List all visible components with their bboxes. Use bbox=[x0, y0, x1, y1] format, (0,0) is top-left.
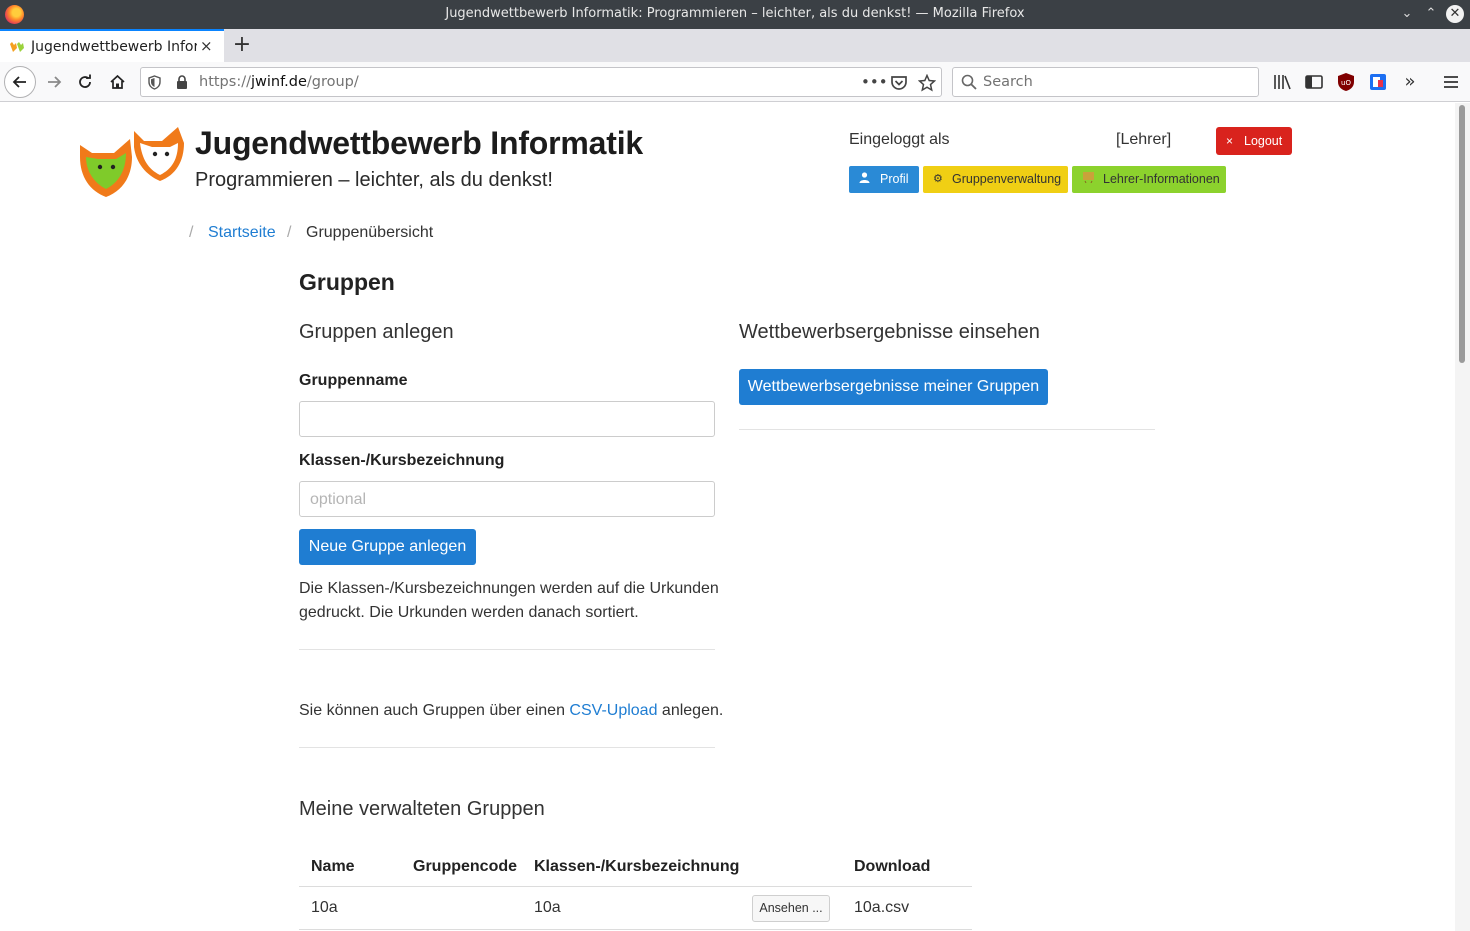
create-groups-heading: Gruppen anlegen bbox=[299, 321, 454, 343]
window-title: Jugendwettbewerb Informatik: Programmier… bbox=[445, 6, 1025, 21]
group-name-input[interactable] bbox=[299, 401, 715, 437]
new-tab-button[interactable]: + bbox=[231, 32, 253, 58]
column-header-name: Name bbox=[311, 858, 355, 875]
csv-note-before: Sie können auch Gruppen über einen bbox=[299, 702, 570, 719]
csv-note-after: anlegen. bbox=[657, 702, 724, 719]
group-name-label: Gruppenname bbox=[299, 372, 408, 389]
tab-strip: Jugendwettbewerb Inform × + bbox=[0, 29, 1470, 62]
gear-icon: ⚙ bbox=[933, 173, 943, 185]
class-note-line-2: gedruckt. Die Urkunden werden danach sor… bbox=[299, 604, 639, 621]
site-subtitle: Programmieren – leichter, als du denkst! bbox=[195, 169, 553, 191]
forward-arrow-icon bbox=[48, 76, 62, 88]
ublock-origin-icon[interactable]: uO bbox=[1335, 71, 1357, 93]
group-name-link[interactable]: 10a bbox=[311, 899, 338, 917]
profil-label: Profil bbox=[880, 172, 909, 186]
forward-button[interactable] bbox=[39, 67, 69, 97]
bookmark-star-icon[interactable] bbox=[918, 74, 936, 92]
url-prefix: https:// bbox=[199, 74, 251, 90]
divider bbox=[299, 747, 715, 748]
jwinf-fox-logo-icon[interactable] bbox=[78, 125, 188, 199]
teacher-board-icon bbox=[1082, 166, 1095, 193]
back-button[interactable] bbox=[4, 66, 36, 98]
maximize-window-icon[interactable]: ⌃ bbox=[1421, 4, 1441, 24]
tab-label: Jugendwettbewerb Inform bbox=[31, 39, 197, 55]
window-titlebar: Jugendwettbewerb Informatik: Programmier… bbox=[0, 0, 1470, 29]
divider bbox=[299, 649, 715, 650]
page-title: Gruppen bbox=[299, 269, 395, 295]
gruppenverwaltung-button[interactable]: ⚙ Gruppenverwaltung bbox=[923, 166, 1068, 193]
back-arrow-icon bbox=[12, 76, 26, 88]
managed-groups-heading: Meine verwalteten Gruppen bbox=[299, 798, 545, 820]
user-role: [Lehrer] bbox=[1116, 131, 1172, 148]
breadcrumb-current: Gruppenübersicht bbox=[306, 224, 434, 241]
home-icon bbox=[109, 74, 125, 89]
page-actions-icon[interactable]: ••• bbox=[861, 71, 888, 93]
class-input[interactable]: optional bbox=[299, 481, 715, 517]
class-note-line-1: Die Klassen-/Kursbezeichnungen werden au… bbox=[299, 580, 719, 597]
close-window-icon[interactable]: ✕ bbox=[1446, 5, 1464, 23]
scrollbar-thumb[interactable] bbox=[1459, 105, 1465, 363]
results-heading: Wettbewerbsergebnisse einsehen bbox=[739, 321, 1040, 343]
group-class-cell: 10a bbox=[534, 899, 561, 916]
table-row-divider bbox=[299, 929, 972, 930]
sidebar-toggle-icon[interactable] bbox=[1303, 71, 1325, 93]
download-csv-link[interactable]: 10a.csv bbox=[854, 899, 909, 917]
svg-text:uO: uO bbox=[1341, 79, 1351, 87]
url-text[interactable]: https://jwinf.de/group/ bbox=[199, 74, 359, 90]
user-icon bbox=[859, 166, 870, 193]
tracking-protection-shield-icon[interactable] bbox=[148, 75, 161, 90]
site-title[interactable]: Jugendwettbewerb Informatik bbox=[195, 125, 643, 162]
reload-icon bbox=[79, 74, 91, 88]
search-placeholder: Search bbox=[983, 74, 1033, 90]
divider bbox=[739, 429, 1155, 430]
reload-button[interactable] bbox=[70, 67, 100, 97]
logout-button[interactable]: × Logout bbox=[1216, 127, 1292, 155]
close-x-icon: × bbox=[1226, 134, 1234, 148]
hamburger-menu-icon[interactable] bbox=[1440, 71, 1462, 93]
jwinf-favicon-icon bbox=[10, 42, 24, 52]
table-header-divider bbox=[299, 886, 972, 887]
multi-account-containers-icon[interactable] bbox=[1367, 71, 1389, 93]
gruppenverwaltung-label: Gruppenverwaltung bbox=[952, 172, 1062, 186]
profil-button[interactable]: Profil bbox=[849, 166, 919, 193]
csv-upload-link[interactable]: CSV-Upload bbox=[569, 702, 657, 719]
view-group-button[interactable]: Ansehen ... bbox=[752, 895, 830, 922]
logged-in-label: Eingeloggt als bbox=[849, 131, 950, 148]
overflow-menu-icon[interactable]: » bbox=[1399, 71, 1421, 93]
breadcrumb-home-link[interactable]: Startseite bbox=[208, 224, 276, 242]
lock-icon[interactable] bbox=[176, 75, 188, 90]
navigation-toolbar: https://jwinf.de/group/ ••• Search uO » bbox=[0, 62, 1470, 102]
create-group-button[interactable]: Neue Gruppe anlegen bbox=[299, 529, 476, 565]
page-content: Jugendwettbewerb Informatik Programmiere… bbox=[0, 103, 1455, 931]
url-bar[interactable]: https://jwinf.de/group/ ••• bbox=[140, 67, 942, 97]
url-path: /group/ bbox=[306, 74, 359, 90]
class-label: Klassen-/Kursbezeichnung bbox=[299, 452, 505, 469]
lehrer-informationen-button[interactable]: Lehrer-Informationen bbox=[1072, 166, 1226, 193]
csv-upload-note: Sie können auch Gruppen über einen CSV-U… bbox=[299, 699, 723, 723]
class-note: Die Klassen-/Kursbezeichnungen werden au… bbox=[299, 577, 719, 625]
lehrer-informationen-label: Lehrer-Informationen bbox=[1103, 172, 1220, 186]
page-scrollbar[interactable] bbox=[1455, 103, 1470, 931]
breadcrumb-separator: / bbox=[189, 224, 194, 241]
column-header-download: Download bbox=[854, 858, 931, 875]
search-bar[interactable]: Search bbox=[952, 67, 1259, 97]
search-icon bbox=[961, 74, 977, 90]
browser-tab-active[interactable]: Jugendwettbewerb Inform × bbox=[0, 29, 224, 62]
group-results-button[interactable]: Wettbewerbsergebnisse meiner Gruppen bbox=[739, 369, 1048, 405]
logout-label: Logout bbox=[1244, 134, 1283, 148]
home-button[interactable] bbox=[102, 67, 132, 97]
breadcrumb-separator: / bbox=[287, 224, 292, 241]
class-input-placeholder: optional bbox=[310, 491, 367, 508]
pocket-icon[interactable] bbox=[890, 74, 908, 92]
column-header-class: Klassen-/Kursbezeichnung bbox=[534, 858, 740, 875]
minimize-window-icon[interactable]: ⌄ bbox=[1397, 4, 1417, 24]
library-icon[interactable] bbox=[1271, 71, 1293, 93]
column-header-code: Gruppencode bbox=[413, 858, 518, 875]
url-domain: jwinf.de bbox=[250, 74, 307, 90]
tab-close-icon[interactable]: × bbox=[200, 37, 213, 55]
